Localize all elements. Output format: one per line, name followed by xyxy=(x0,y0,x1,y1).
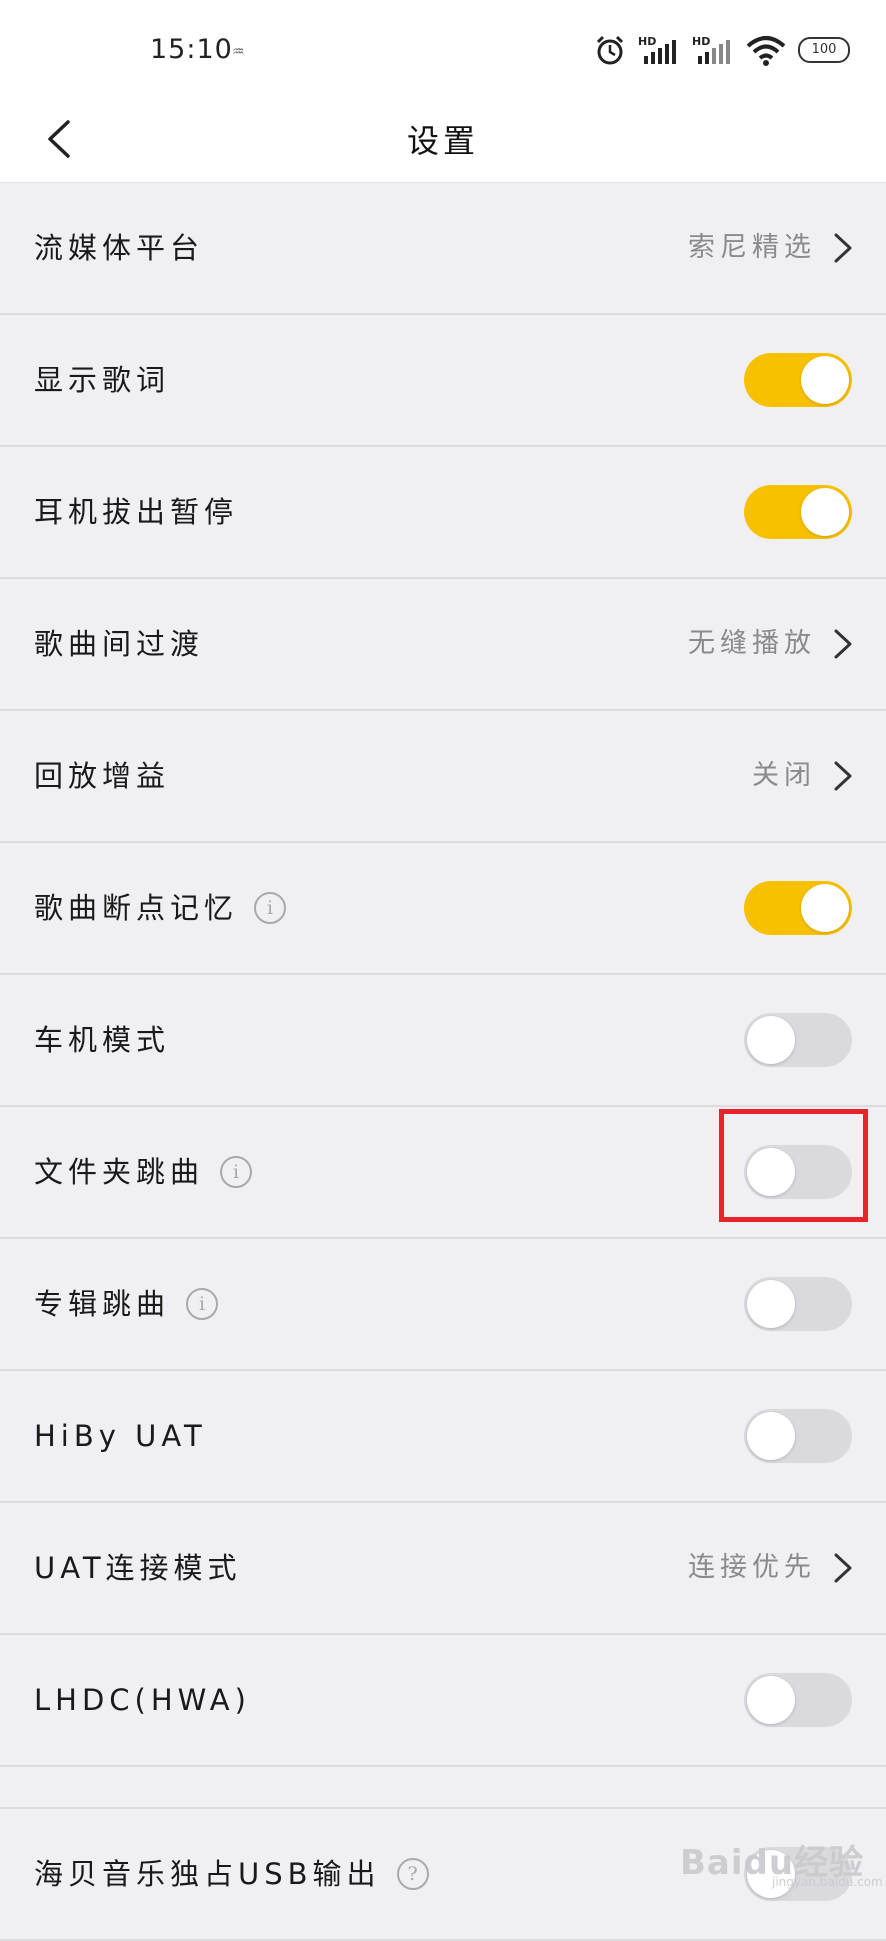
notification-icon: ♒ xyxy=(232,44,245,60)
settings-row-label-text: 显示歌词 xyxy=(34,363,171,397)
watermark: Baidu经验 jingyan.baidu.com xyxy=(680,1835,883,1889)
settings-row-label: HiBy UAT xyxy=(34,1371,207,1501)
chevron-right-icon xyxy=(834,761,852,791)
status-time: 15:10 xyxy=(150,34,233,65)
settings-row-label: 文件夹跳曲 i xyxy=(34,1107,253,1237)
page-title: 设置 xyxy=(406,122,479,160)
toggle-switch[interactable] xyxy=(744,881,852,935)
toggle-knob xyxy=(801,884,849,932)
status-bar: 15:10 ♒ HD HD 100 xyxy=(0,0,886,100)
settings-row-value: 关闭 xyxy=(752,760,816,791)
settings-row-label: 专辑跳曲 i xyxy=(34,1239,219,1369)
signal-icon-2: HD xyxy=(692,35,730,64)
wifi-icon xyxy=(746,36,786,66)
settings-row-label-text: UAT连接模式 xyxy=(34,1551,242,1585)
status-icons: HD HD 100 xyxy=(594,30,850,70)
settings-row: 专辑跳曲 i xyxy=(0,1239,886,1371)
settings-row: 显示歌词 xyxy=(0,315,886,447)
settings-row-label-text: HiBy UAT xyxy=(34,1419,207,1453)
toggle-knob xyxy=(747,1280,795,1328)
signal-icon-1: HD xyxy=(638,35,676,64)
toggle-switch[interactable] xyxy=(744,1013,852,1067)
toggle-switch[interactable] xyxy=(744,1277,852,1331)
settings-row: 歌曲断点记忆 i xyxy=(0,843,886,975)
settings-row-label-text: 耳机拔出暂停 xyxy=(34,495,239,529)
settings-row-label: 流媒体平台 xyxy=(34,183,204,313)
settings-row-value: 索尼精选 xyxy=(688,232,816,263)
chevron-right-icon xyxy=(834,233,852,263)
chevron-right-icon xyxy=(834,1553,852,1583)
settings-row-label-text: 歌曲间过渡 xyxy=(34,627,205,661)
toggle-knob xyxy=(747,1676,795,1724)
settings-row[interactable]: UAT连接模式 连接优先 xyxy=(0,1503,886,1635)
alarm-icon xyxy=(596,35,624,65)
settings-row-label: LHDC(HWA) xyxy=(34,1635,251,1765)
settings-row: 车机模式 xyxy=(0,975,886,1107)
settings-row-label-text: 歌曲断点记忆 xyxy=(34,891,239,925)
settings-row-value: 无缝播放 xyxy=(688,628,816,659)
toggle-switch[interactable] xyxy=(744,1409,852,1463)
settings-row-label: 车机模式 xyxy=(34,975,170,1105)
help-icon[interactable]: ? xyxy=(396,1858,429,1890)
settings-row[interactable]: 回放增益 关闭 xyxy=(0,711,886,843)
settings-row-label-text: 回放增益 xyxy=(34,759,171,793)
watermark-sub: jingyan.baidu.com xyxy=(772,1875,883,1889)
settings-row: HiBy UAT xyxy=(0,1371,886,1503)
settings-row-label: 回放增益 xyxy=(34,711,170,841)
settings-row: 耳机拔出暂停 xyxy=(0,447,886,579)
info-icon[interactable]: i xyxy=(254,892,287,924)
section-gap xyxy=(0,1767,886,1809)
settings-row-label: 显示歌词 xyxy=(34,315,170,445)
info-icon[interactable]: i xyxy=(220,1156,253,1188)
highlight-annotation xyxy=(719,1109,868,1222)
settings-row-label: 耳机拔出暂停 xyxy=(34,447,238,577)
toggle-knob xyxy=(747,1412,795,1460)
chevron-right-icon xyxy=(834,629,852,659)
settings-row-label: UAT连接模式 xyxy=(34,1503,242,1633)
hd-label-1: HD xyxy=(638,35,656,48)
nav-bar: 设置 xyxy=(0,100,886,183)
toggle-knob xyxy=(801,356,849,404)
settings-row-label-text: 车机模式 xyxy=(34,1023,171,1057)
settings-row-label-text: 文件夹跳曲 xyxy=(34,1155,205,1189)
settings-row-label-text: 流媒体平台 xyxy=(34,231,205,265)
toggle-switch[interactable] xyxy=(744,485,852,539)
toggle-switch[interactable] xyxy=(744,1673,852,1727)
settings-row-label: 歌曲间过渡 xyxy=(34,579,204,709)
toggle-knob xyxy=(801,488,849,536)
settings-row[interactable]: 流媒体平台 索尼精选 xyxy=(0,183,886,315)
settings-row[interactable]: 歌曲间过渡 无缝播放 xyxy=(0,579,886,711)
battery-indicator: 100 xyxy=(798,37,850,63)
toggle-switch[interactable] xyxy=(744,353,852,407)
settings-row-label: 歌曲断点记忆 i xyxy=(34,843,287,973)
settings-row-label-text: 专辑跳曲 xyxy=(34,1287,171,1321)
settings-row-label-text: LHDC(HWA) xyxy=(34,1683,251,1717)
info-icon[interactable]: i xyxy=(186,1288,219,1320)
settings-list: 流媒体平台 索尼精选显示歌词耳机拔出暂停 歌曲间过渡 无缝播放回放增益 关闭歌曲断点记忆… xyxy=(0,183,886,1941)
settings-row-value: 连接优先 xyxy=(688,1552,816,1583)
toggle-knob xyxy=(747,1016,795,1064)
settings-row: LHDC(HWA) xyxy=(0,1635,886,1767)
hd-label-2: HD xyxy=(692,35,710,48)
